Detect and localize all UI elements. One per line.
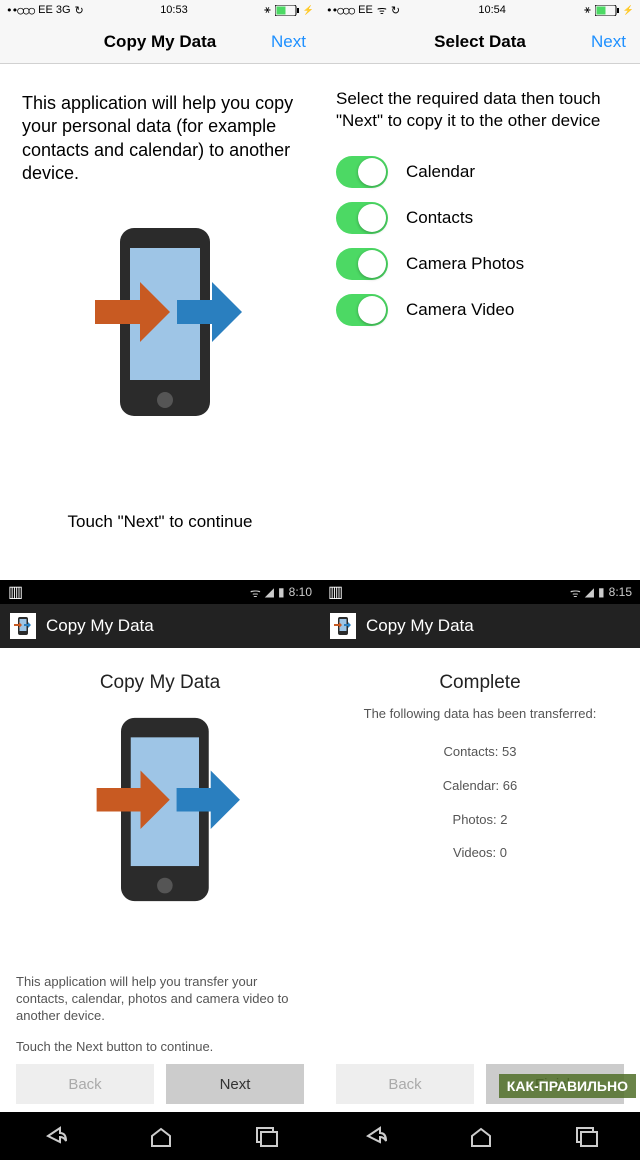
clock-label: 10:54 — [478, 4, 506, 16]
header-title: Copy My Data — [366, 616, 474, 636]
next-button[interactable]: Next — [591, 32, 626, 52]
subtitle: The following data has been transferred: — [336, 706, 624, 721]
android-status-bar: ▥ ᯤ ◢ ▮ 8:15 — [320, 580, 640, 604]
page-title: Select Data — [434, 32, 526, 52]
clock-label: 10:53 — [160, 4, 188, 16]
menu-icon: ▥ — [328, 582, 343, 602]
stat-photos: Photos: 2 — [336, 803, 624, 837]
back-button: Back — [16, 1064, 154, 1104]
wifi-icon: ᯤ — [377, 3, 387, 18]
android-screen-intro: ▥ ᯤ ◢ ▮ 8:10 Copy My Data Copy My Data This… — [0, 580, 320, 1160]
stats-list: Contacts: 53 Calendar: 66 Photos: 2 Vide… — [336, 735, 624, 870]
back-icon[interactable] — [360, 1124, 388, 1148]
ios-screen-intro: ••○○○ EE 3G ↻ 10:53 ⚹ ⚡ Copy My Data Next T… — [0, 0, 320, 580]
ios-status-bar: ••○○○ EE ᯤ ↻ 10:54 ⚹ ⚡ — [320, 0, 640, 20]
menu-icon: ▥ — [8, 582, 23, 602]
recent-icon[interactable] — [574, 1125, 600, 1147]
wifi-icon: ᯤ — [570, 584, 581, 601]
toggle-label: Calendar — [406, 162, 475, 182]
stat-videos: Videos: 0 — [336, 836, 624, 870]
app-icon — [10, 613, 36, 639]
carrier-label: EE 3G — [38, 4, 70, 16]
signal-icon: ◢ — [265, 585, 274, 599]
wifi-icon: ᯤ — [250, 584, 261, 601]
select-text: Select the required data then touch "Nex… — [336, 88, 624, 132]
charging-icon: ⚡ — [303, 5, 314, 16]
android-status-bar: ▥ ᯤ ◢ ▮ 8:10 — [0, 580, 320, 604]
battery-icon — [595, 5, 619, 16]
recent-icon[interactable] — [254, 1125, 280, 1147]
stat-contacts: Contacts: 53 — [336, 735, 624, 769]
header-title: Copy My Data — [46, 616, 154, 636]
android-navbar — [320, 1112, 640, 1160]
button-bar: Back Next — [0, 1064, 320, 1112]
bluetooth-icon: ⚹ — [584, 4, 591, 17]
phone-transfer-icon — [16, 712, 304, 907]
clock-label: 8:15 — [609, 585, 632, 599]
signal-icon: ◢ — [585, 585, 594, 599]
refresh-icon: ↻ — [391, 4, 400, 17]
toggle-label: Contacts — [406, 208, 473, 228]
battery-icon: ▮ — [278, 585, 285, 599]
ios-navbar: Select Data Next — [320, 20, 640, 64]
charging-icon: ⚡ — [623, 5, 634, 16]
home-icon[interactable] — [468, 1124, 494, 1148]
intro-text: This application will help you copy your… — [22, 92, 298, 186]
hint-text: Touch the Next button to continue. — [16, 1039, 304, 1054]
toggle-row-video: Camera Video — [336, 294, 624, 326]
page-title: Complete — [336, 672, 624, 694]
toggle-label: Camera Video — [406, 300, 514, 320]
ios-status-bar: ••○○○ EE 3G ↻ 10:53 ⚹ ⚡ — [0, 0, 320, 20]
home-icon[interactable] — [148, 1124, 174, 1148]
ios-navbar: Copy My Data Next — [0, 20, 320, 64]
android-header: Copy My Data — [0, 604, 320, 648]
watermark: КАК-ПРАВИЛЬНО — [499, 1074, 636, 1098]
bluetooth-icon: ⚹ — [264, 4, 271, 17]
android-screen-complete: ▥ ᯤ ◢ ▮ 8:15 Copy My Data Complete The foll… — [320, 580, 640, 1160]
toggle-contacts[interactable] — [336, 202, 388, 234]
toggle-video[interactable] — [336, 294, 388, 326]
toggle-row-calendar: Calendar — [336, 156, 624, 188]
refresh-icon: ↻ — [75, 4, 84, 17]
intro-text: This application will help you transfer … — [16, 974, 304, 1025]
page-title: Copy My Data — [16, 672, 304, 694]
battery-icon: ▮ — [598, 585, 605, 599]
ios-screen-select: ••○○○ EE ᯤ ↻ 10:54 ⚹ ⚡ Select Data Next Sele… — [320, 0, 640, 580]
toggle-row-contacts: Contacts — [336, 202, 624, 234]
stat-calendar: Calendar: 66 — [336, 769, 624, 803]
signal-icon: ••○○○ — [6, 4, 34, 17]
footer-hint: Touch "Next" to continue — [22, 512, 298, 532]
signal-icon: ••○○○ — [326, 4, 354, 17]
next-button[interactable]: Next — [271, 32, 306, 52]
clock-label: 8:10 — [289, 585, 312, 599]
android-header: Copy My Data — [320, 604, 640, 648]
battery-icon — [275, 5, 299, 16]
toggle-calendar[interactable] — [336, 156, 388, 188]
back-icon[interactable] — [40, 1124, 68, 1148]
page-title: Copy My Data — [104, 32, 216, 52]
toggle-row-photos: Camera Photos — [336, 248, 624, 280]
toggle-photos[interactable] — [336, 248, 388, 280]
back-button: Back — [336, 1064, 474, 1104]
app-icon — [330, 613, 356, 639]
next-button[interactable]: Next — [166, 1064, 304, 1104]
toggle-label: Camera Photos — [406, 254, 524, 274]
phone-transfer-icon — [22, 222, 298, 422]
android-navbar — [0, 1112, 320, 1160]
carrier-label: EE — [358, 4, 373, 16]
